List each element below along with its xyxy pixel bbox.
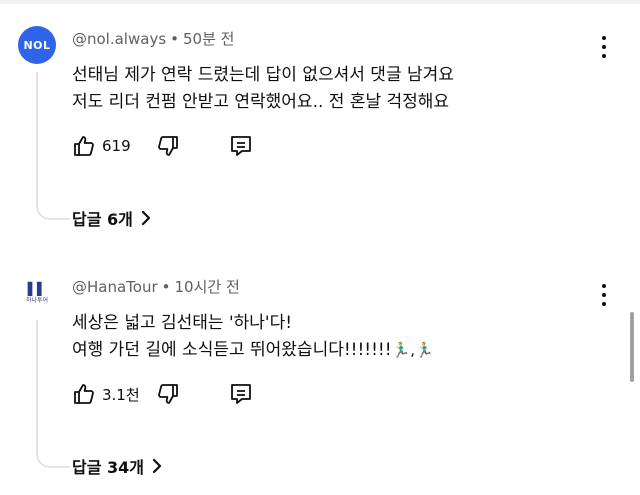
meta-separator: • (170, 30, 179, 48)
like-button[interactable]: 3.1천 (72, 380, 140, 408)
author-handle[interactable]: @HanaTour (72, 278, 158, 296)
replies-count: 답글 34개 (72, 458, 144, 477)
thumb-up-icon (74, 136, 94, 156)
chevron-right-icon (141, 210, 150, 226)
comment-body: 세상은 넓고 김선태는 '하나'다! 여행 가던 길에 소식듣고 뛰어왔습니다!… (72, 310, 434, 364)
comment-actions: 3.1천 (72, 380, 292, 408)
comment-line: 선태님 제가 연락 드렸는데 답이 없으셔서 댓글 남겨요 (72, 65, 454, 85)
comment-icon (231, 136, 251, 156)
dislike-button[interactable] (156, 380, 180, 408)
avatar-label: 하나투어 (25, 296, 49, 304)
replies-toggle[interactable]: 답글 6개 (72, 206, 151, 230)
avatar[interactable]: ▌▌ 하나투어 (18, 274, 56, 312)
comment-body: 선태님 제가 연락 드렸는데 답이 없으셔서 댓글 남겨요 저도 리더 컨펌 안… (72, 62, 454, 116)
replies-toggle[interactable]: 답글 34개 (72, 454, 162, 478)
comment-line: 세상은 넓고 김선태는 '하나'다! (72, 313, 293, 333)
like-count: 619 (102, 137, 131, 155)
like-button[interactable]: 619 (72, 132, 131, 160)
dislike-button[interactable] (156, 132, 180, 160)
avatar-label: NOL (23, 38, 51, 52)
thread-connector (36, 320, 70, 468)
scrollbar[interactable] (630, 312, 634, 382)
like-count: 3.1천 (102, 385, 140, 404)
chevron-right-icon (152, 458, 162, 474)
thumb-up-icon (74, 384, 94, 404)
thread-connector (36, 72, 70, 220)
more-vertical-icon[interactable] (597, 284, 611, 306)
avatar[interactable]: NOL (18, 26, 56, 64)
comment-meta: @nol.always • 50분 전 (72, 28, 234, 49)
hanatour-logo-icon: ▌▌ (27, 281, 47, 296)
comment-meta: @HanaTour • 10시간 전 (72, 276, 240, 297)
comment-line: 저도 리더 컨펌 안받고 연락했어요.. 전 혼날 걱정해요 (72, 92, 450, 112)
thumb-down-icon (158, 384, 178, 404)
thumb-down-icon (158, 136, 178, 156)
comment-line-with-emoji: 여행 가던 길에 소식듣고 뛰어왔습니다!!!!!!!🏃🏼‍♂️,🏃🏼‍♂️ (72, 337, 434, 364)
comment-icon (231, 384, 251, 404)
reply-button[interactable] (228, 380, 254, 408)
top-divider (0, 0, 640, 4)
comment-actions: 619 (72, 132, 292, 160)
runner-emoji: 🏃🏼‍♂️,🏃🏼‍♂️ (391, 341, 434, 359)
comment-time[interactable]: 10시간 전 (175, 278, 240, 296)
comment-time[interactable]: 50분 전 (183, 30, 234, 48)
replies-count: 답글 6개 (72, 210, 133, 229)
author-handle[interactable]: @nol.always (72, 30, 166, 48)
meta-separator: • (161, 278, 171, 296)
comment-line: 여행 가던 길에 소식듣고 뛰어왔습니다!!!!!!! (72, 340, 392, 360)
more-vertical-icon[interactable] (597, 36, 611, 58)
reply-button[interactable] (228, 132, 254, 160)
